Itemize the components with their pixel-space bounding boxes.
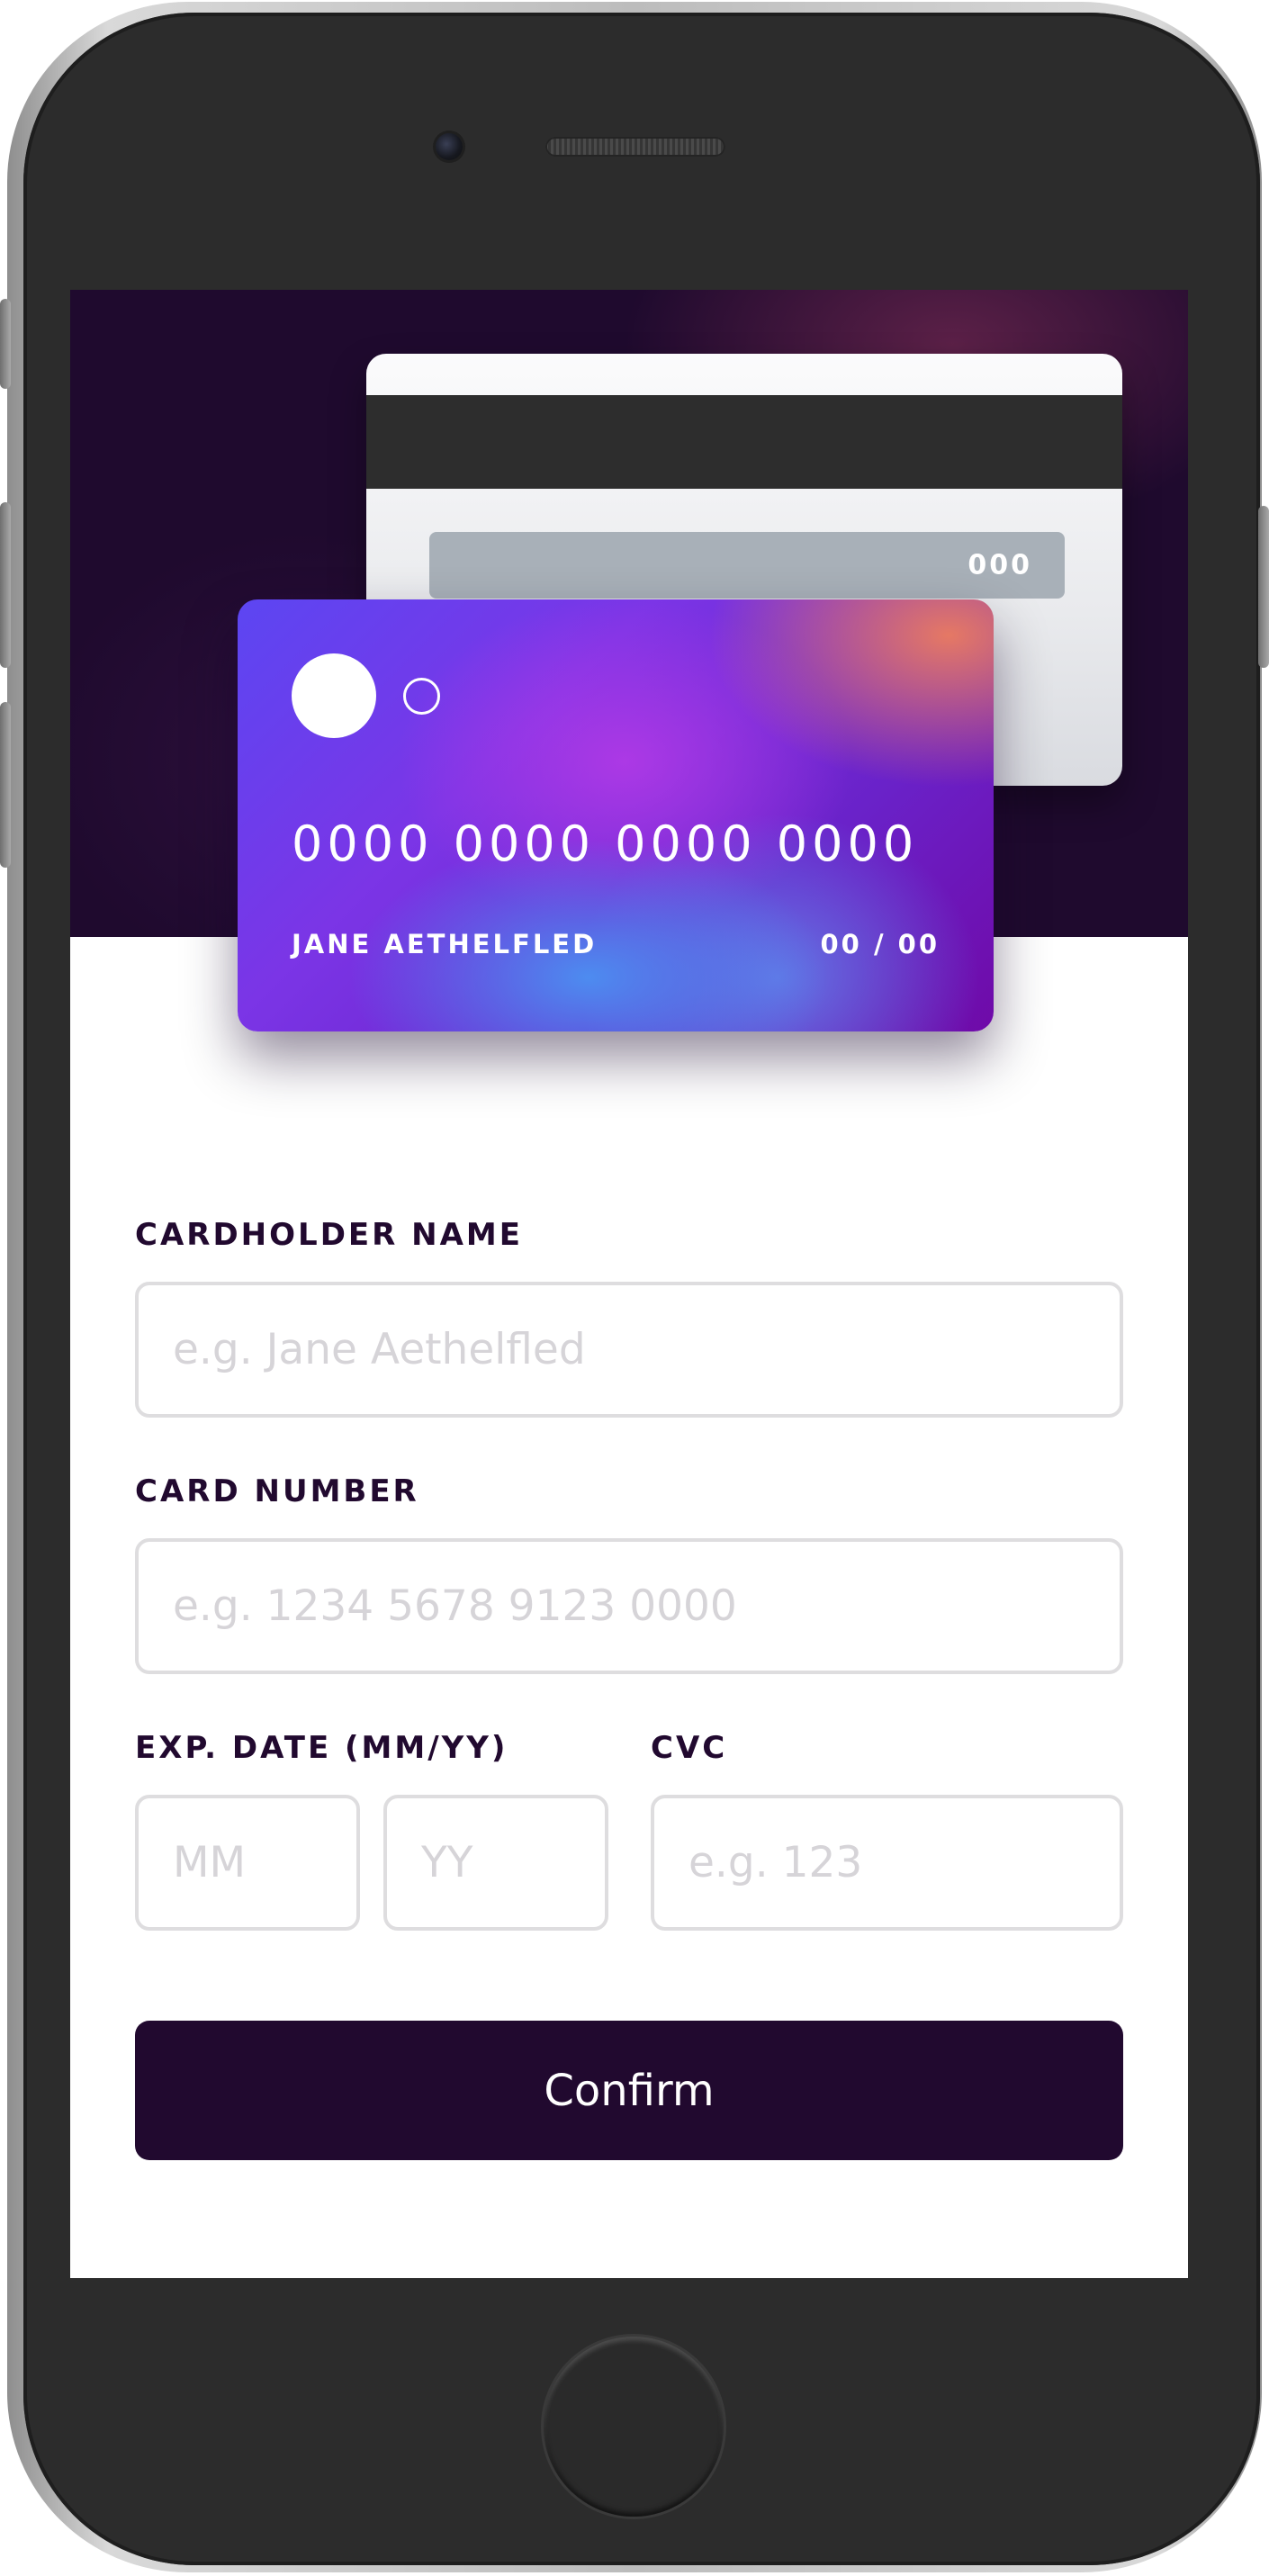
front-camera	[436, 133, 463, 160]
exp-date-label: EXP. DATE (MM/YY)	[135, 1730, 508, 1766]
cvc-label: CVC	[651, 1730, 728, 1766]
earpiece-speaker	[545, 137, 725, 157]
exp-month-input[interactable]	[135, 1795, 360, 1931]
card-logo-filled-circle-icon	[292, 653, 376, 738]
silent-switch	[0, 299, 11, 389]
card-front-expiry: 00 / 00	[820, 929, 940, 959]
magnetic-stripe	[366, 395, 1122, 489]
app-screen: 000 0000 0000 0000 0000 JANE AETHELFLED …	[70, 290, 1188, 2278]
card-back-cvc: 000	[968, 549, 1032, 581]
card-front-holder-name: JANE AETHELFLED	[292, 929, 598, 959]
volume-down-button	[0, 702, 11, 868]
card-front-number: 0000 0000 0000 0000	[292, 815, 919, 872]
home-button[interactable]	[544, 2337, 724, 2517]
power-button	[1258, 506, 1269, 668]
signature-strip: 000	[429, 532, 1065, 599]
exp-year-input[interactable]	[383, 1795, 608, 1931]
cardholder-name-input[interactable]	[135, 1282, 1123, 1418]
cvc-input[interactable]	[651, 1795, 1123, 1931]
card-front: 0000 0000 0000 0000 JANE AETHELFLED 00 /…	[238, 599, 994, 1031]
volume-up-button	[0, 502, 11, 668]
confirm-button[interactable]: Confirm	[135, 2021, 1123, 2160]
card-number-label: CARD NUMBER	[135, 1473, 419, 1509]
cardholder-name-label: CARDHOLDER NAME	[135, 1217, 523, 1253]
card-logo-outline-circle-icon	[403, 678, 440, 715]
card-number-input[interactable]	[135, 1538, 1123, 1674]
